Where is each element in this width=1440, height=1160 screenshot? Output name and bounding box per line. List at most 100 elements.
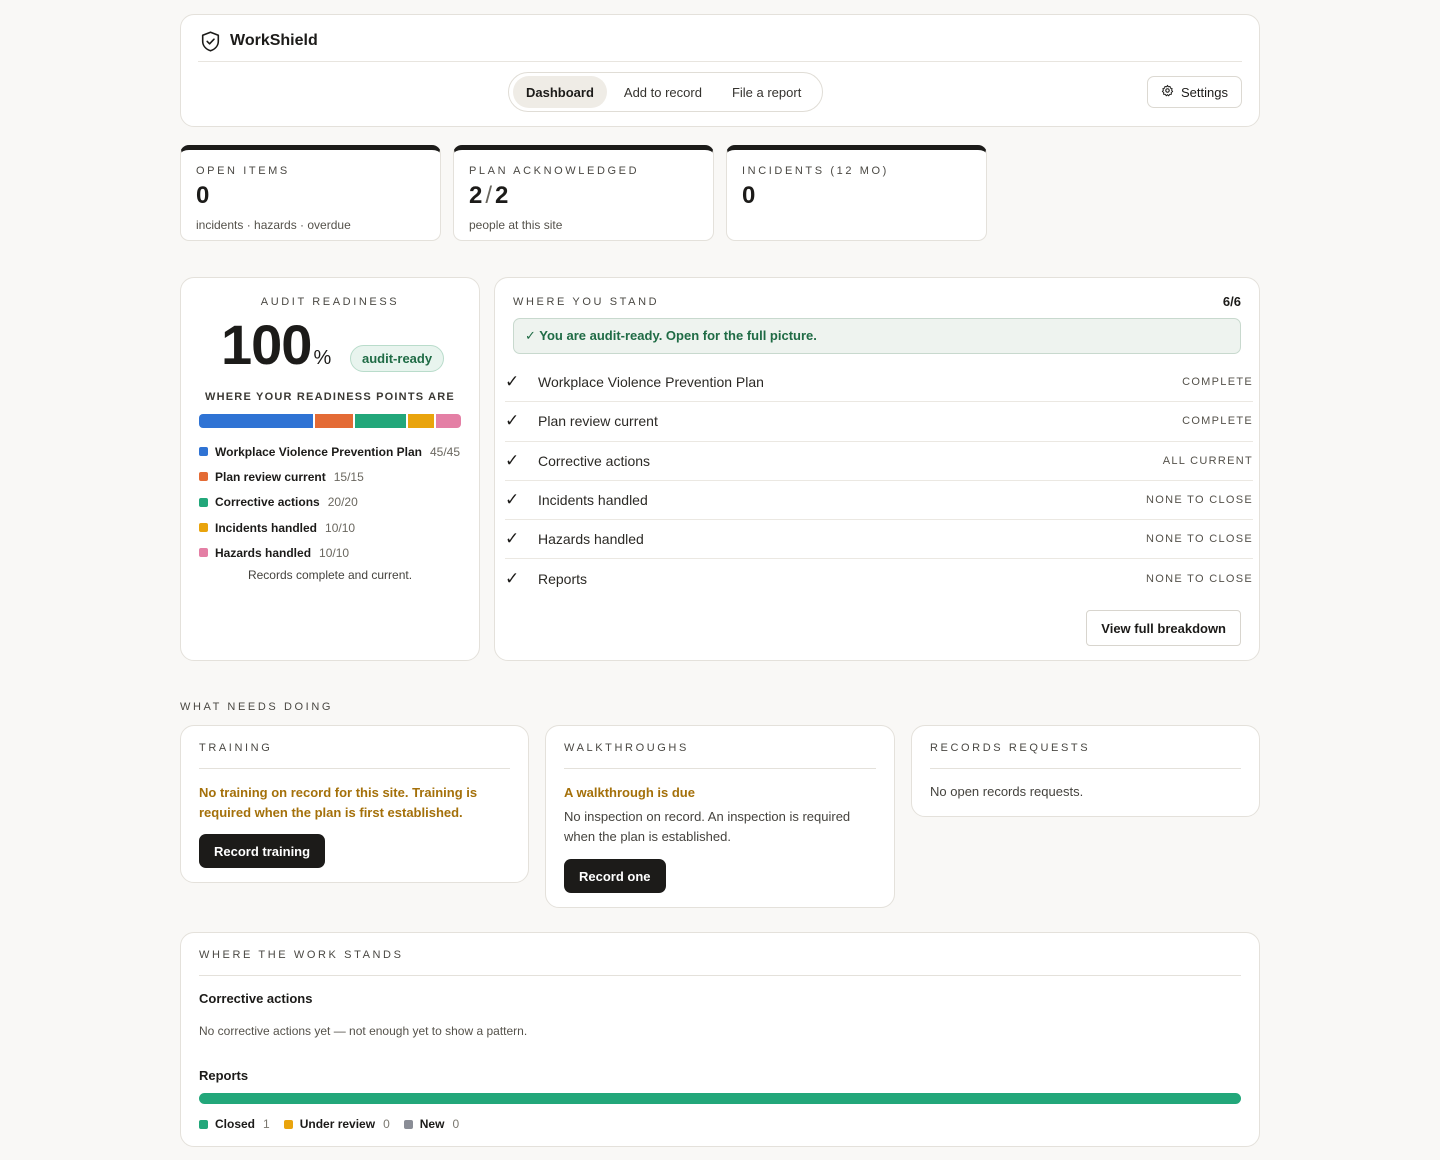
legend-count: 0 xyxy=(452,1117,460,1131)
app-header: WorkShield Dashboard Add to record File … xyxy=(180,14,1260,127)
stat-label: Plan acknowledged xyxy=(469,165,640,177)
gear-icon xyxy=(1161,84,1174,100)
checkmark-icon: ✓ xyxy=(505,490,520,510)
legend-label: Corrective actions xyxy=(215,495,320,510)
settings-button[interactable]: Settings xyxy=(1147,76,1242,108)
checklist-item-name: Plan review current xyxy=(538,413,658,430)
stat-value: 0 xyxy=(742,182,756,209)
divider xyxy=(564,768,876,769)
readiness-score: 100% xyxy=(221,312,331,377)
records-requests-card: Records requests No open records request… xyxy=(911,725,1260,817)
readiness-legend-item: Workplace Violence Prevention Plan 45/45 xyxy=(199,439,460,464)
walkthrough-body: No inspection on record. An inspection i… xyxy=(564,809,851,844)
legend-swatch xyxy=(199,523,208,533)
checklist-item-status: None to close xyxy=(1146,533,1253,546)
walkthroughs-title: Walkthroughs xyxy=(564,742,689,754)
checklist-item-status: All current xyxy=(1162,454,1253,467)
checkmark-icon: ✓ xyxy=(505,529,520,549)
reports-heading: Reports xyxy=(199,1068,249,1083)
checkmark-icon: ✓ xyxy=(505,372,520,392)
legend-swatch xyxy=(283,1119,293,1129)
reports-legend-item: Under review 0 xyxy=(283,1117,390,1131)
checklist-row[interactable]: ✓ Incidents handled None to close xyxy=(505,481,1253,521)
records-requests-title: Records requests xyxy=(930,742,1091,754)
stat-value: 2/2 xyxy=(469,182,508,210)
legend-swatch xyxy=(199,548,208,558)
checkmark-icon: ✓ xyxy=(505,411,520,431)
checklist-row[interactable]: ✓ Plan review current Complete xyxy=(505,402,1253,442)
shield-check-icon xyxy=(201,30,220,52)
checklist-row[interactable]: ✓ Workplace Violence Prevention Plan Compl… xyxy=(505,363,1253,403)
view-full-breakdown-button[interactable]: View full breakdown xyxy=(1086,610,1241,646)
legend-label: Incidents handled xyxy=(215,520,318,535)
where-you-stand-title: Where you stand xyxy=(513,296,660,308)
record-training-button[interactable]: Record training xyxy=(199,834,326,868)
stat-value-sep: / xyxy=(485,182,493,209)
readiness-legend-item: Corrective actions 20/20 xyxy=(199,490,460,515)
stat-value: 0 xyxy=(196,182,210,209)
readiness-segment xyxy=(199,414,314,428)
corrective-actions-heading: Corrective actions xyxy=(199,991,313,1006)
legend-value: 15/15 xyxy=(333,469,364,484)
checklist: ✓ Workplace Violence Prevention Plan Compl… xyxy=(505,363,1253,599)
tab-add-to-record[interactable]: Add to record xyxy=(611,76,715,108)
training-title: Training xyxy=(199,742,273,754)
tab-file-a-report[interactable]: File a report xyxy=(719,76,814,108)
legend-label: Under review xyxy=(299,1117,376,1131)
walkthroughs-card: Walkthroughs A walkthrough is due No ins… xyxy=(545,725,895,908)
legend-count: 0 xyxy=(383,1117,390,1131)
stat-plan-acknowledged[interactable]: Plan acknowledged 2/2 people at this sit… xyxy=(453,145,714,241)
checklist-row[interactable]: ✓ Hazards handled None to close xyxy=(505,520,1253,560)
legend-swatch xyxy=(199,472,208,482)
what-needs-doing-heading: What needs doing xyxy=(180,701,334,713)
corrective-actions-text: No corrective actions yet — not enough y… xyxy=(199,1024,528,1038)
divider xyxy=(199,975,1241,976)
legend-count: 1 xyxy=(263,1117,270,1131)
stat-label: Open items xyxy=(196,165,290,177)
legend-label: Workplace Violence Prevention Plan xyxy=(215,444,422,459)
checklist-item-status: None to close xyxy=(1146,494,1253,507)
audit-ready-badge: audit-ready xyxy=(350,345,445,372)
legend-label: Closed xyxy=(215,1117,256,1131)
readiness-points-bar xyxy=(199,414,461,428)
legend-swatch xyxy=(403,1119,413,1129)
header-divider xyxy=(198,61,1242,62)
training-card: Training No training on record for this … xyxy=(180,725,529,883)
checklist-item-status: Complete xyxy=(1182,376,1253,389)
checkmark-icon: ✓ xyxy=(505,569,520,589)
stat-label: Incidents (12 mo) xyxy=(742,165,889,177)
divider xyxy=(199,768,510,769)
checklist-item-name: Corrective actions xyxy=(538,452,651,469)
stat-incidents[interactable]: Incidents (12 mo) 0 xyxy=(726,145,987,241)
readiness-legend: Workplace Violence Prevention Plan 45/45 P… xyxy=(199,439,460,565)
checklist-item-name: Reports xyxy=(538,571,588,588)
reports-legend-item: New 0 xyxy=(403,1117,460,1131)
checklist-item-name: Hazards handled xyxy=(538,531,644,548)
work-stands-title: Where the work stands xyxy=(199,949,404,961)
record-one-button[interactable]: Record one xyxy=(564,859,666,893)
divider xyxy=(930,768,1241,769)
legend-swatch xyxy=(199,1119,208,1129)
audit-readiness-card: Audit readiness 100% audit-ready Where y… xyxy=(180,277,480,661)
where-you-stand-card: Where you stand 6/6 ✓ You are audit-read… xyxy=(494,277,1260,661)
main-nav: Dashboard Add to record File a report xyxy=(508,72,823,112)
brand-name: WorkShield xyxy=(230,32,318,49)
brand[interactable]: WorkShield xyxy=(201,29,318,53)
stat-sub: incidents · hazards · overdue xyxy=(196,218,351,232)
readiness-segment xyxy=(408,414,434,428)
readiness-legend-item: Incidents handled 10/10 xyxy=(199,515,460,540)
checklist-item-status: Complete xyxy=(1182,415,1253,428)
checklist-row[interactable]: ✓ Corrective actions All current xyxy=(505,442,1253,481)
stat-open-items[interactable]: Open items 0 incidents · hazards · overd… xyxy=(180,145,441,241)
audit-ready-banner[interactable]: ✓ You are audit-ready. Open for the full… xyxy=(513,318,1241,354)
checks-count: 6/6 xyxy=(1222,294,1241,309)
training-warning: No training on record for this site. Tra… xyxy=(199,785,478,820)
legend-swatch xyxy=(199,447,208,457)
checklist-item-name: Incidents handled xyxy=(538,492,648,509)
tab-dashboard[interactable]: Dashboard xyxy=(513,76,607,108)
legend-label: Hazards handled xyxy=(215,545,312,560)
reports-legend-item: Closed 1 xyxy=(199,1117,270,1131)
legend-value: 45/45 xyxy=(429,444,460,459)
legend-value: 20/20 xyxy=(327,495,358,510)
checklist-row[interactable]: ✓ Reports None to close xyxy=(505,559,1253,598)
